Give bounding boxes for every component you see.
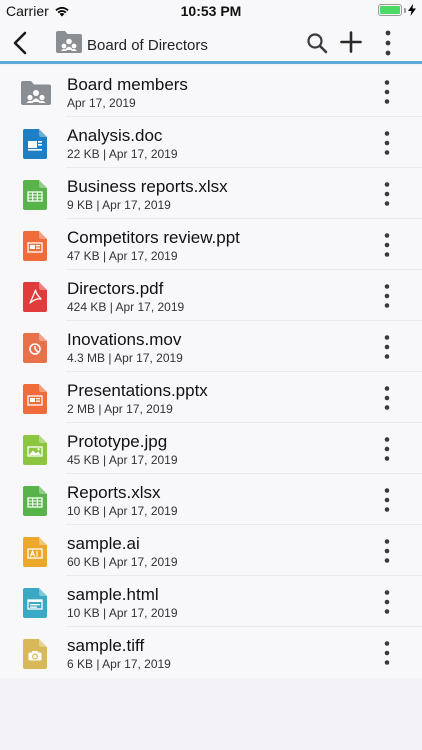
more-vertical-icon[interactable] [380,283,394,309]
file-row[interactable]: sample.ai 60 KB | Apr 17, 2019 [0,525,422,576]
file-meta: 424 KB | Apr 17, 2019 [67,300,185,314]
file-meta: 6 KB | Apr 17, 2019 [67,657,171,671]
shared-folder-icon [56,31,82,53]
more-vertical-icon[interactable] [380,436,394,462]
img-file-icon [23,435,47,465]
more-vertical-icon[interactable] [380,385,394,411]
more-vertical-icon[interactable] [380,487,394,513]
pdf-file-icon [23,282,47,312]
battery-indicator [378,4,416,16]
file-row[interactable]: Directors.pdf 424 KB | Apr 17, 2019 [0,270,422,321]
ai-file-icon [23,537,47,567]
file-name: sample.tiff [67,636,145,655]
file-meta: 9 KB | Apr 17, 2019 [67,198,171,212]
file-row[interactable]: Presentations.pptx 2 MB | Apr 17, 2019 [0,372,422,423]
navigation-bar: Board of Directors [0,22,422,64]
file-name: sample.html [67,585,159,604]
more-vertical-icon[interactable] [380,589,394,615]
file-row[interactable]: Analysis.doc 22 KB | Apr 17, 2019 [0,117,422,168]
charging-icon [408,4,416,16]
xls-file-icon [23,180,47,210]
status-time: 10:53 PM [180,3,242,19]
file-name: Competitors review.ppt [67,228,240,247]
doc-file-icon [23,129,47,159]
more-vertical-icon[interactable] [380,79,394,105]
file-name: Business reports.xlsx [67,177,228,196]
file-row[interactable]: Competitors review.ppt 47 KB | Apr 17, 2… [0,219,422,270]
mov-file-icon [23,333,47,363]
file-meta: Apr 17, 2019 [67,96,136,110]
search-icon[interactable] [306,32,328,54]
more-vertical-icon[interactable] [380,181,394,207]
file-name: Board members [67,75,188,94]
empty-area [0,678,422,750]
file-row[interactable]: Business reports.xlsx 9 KB | Apr 17, 201… [0,168,422,219]
file-name: Reports.xlsx [67,483,161,502]
add-icon[interactable] [340,31,362,53]
xls-file-icon [23,486,47,516]
more-vertical-icon[interactable] [381,29,395,57]
file-meta: 10 KB | Apr 17, 2019 [67,606,178,620]
file-meta: 22 KB | Apr 17, 2019 [67,147,178,161]
ppt-file-icon [23,231,47,261]
shared-folder-icon [21,81,51,105]
more-vertical-icon[interactable] [380,640,394,666]
more-vertical-icon[interactable] [380,334,394,360]
file-row[interactable]: sample.html 10 KB | Apr 17, 2019 [0,576,422,627]
file-meta: 10 KB | Apr 17, 2019 [67,504,178,518]
file-row[interactable]: Inovations.mov 4.3 MB | Apr 17, 2019 [0,321,422,372]
back-arrow-icon[interactable] [10,30,32,56]
ppt-file-icon [23,384,47,414]
file-name: Analysis.doc [67,126,163,145]
more-vertical-icon[interactable] [380,130,394,156]
file-meta: 4.3 MB | Apr 17, 2019 [67,351,183,365]
more-vertical-icon[interactable] [380,538,394,564]
file-name: Prototype.jpg [67,432,168,451]
html-file-icon [23,588,47,618]
file-meta: 60 KB | Apr 17, 2019 [67,555,178,569]
more-vertical-icon[interactable] [380,232,394,258]
file-row[interactable]: Board members Apr 17, 2019 [0,66,422,117]
file-list: Board members Apr 17, 2019 Analysis.doc … [0,66,422,678]
page-title: Board of Directors [87,37,208,54]
file-row[interactable]: Reports.xlsx 10 KB | Apr 17, 2019 [0,474,422,525]
tiff-file-icon [23,639,47,669]
file-meta: 47 KB | Apr 17, 2019 [67,249,178,263]
status-bar: Carrier 10:53 PM [0,0,422,22]
file-name: sample.ai [67,534,140,553]
battery-icon [378,4,402,16]
file-meta: 45 KB | Apr 17, 2019 [67,453,178,467]
file-meta: 2 MB | Apr 17, 2019 [67,402,173,416]
file-name: Inovations.mov [67,330,182,349]
file-name: Directors.pdf [67,279,164,298]
file-row[interactable]: sample.tiff 6 KB | Apr 17, 2019 [0,627,422,678]
file-name: Presentations.pptx [67,381,208,400]
file-row[interactable]: Prototype.jpg 45 KB | Apr 17, 2019 [0,423,422,474]
